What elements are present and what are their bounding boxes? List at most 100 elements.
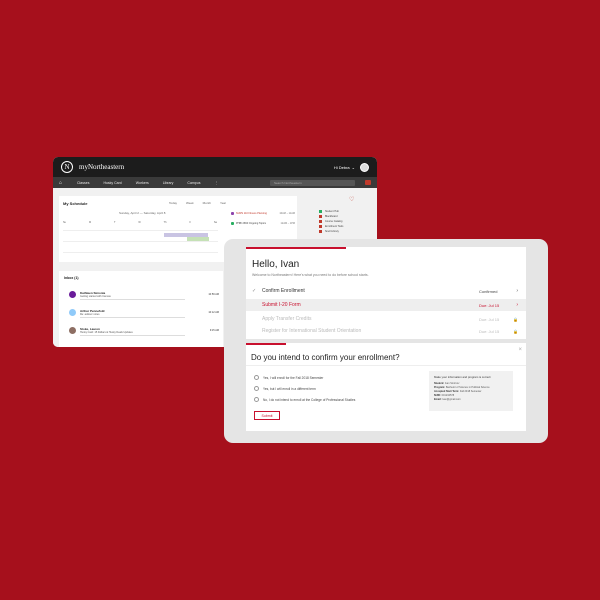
info-row: Student: Ivan Smirnov	[434, 382, 508, 385]
day-label: F	[189, 221, 191, 224]
lock-icon: 🔒	[513, 316, 518, 322]
event-color-icon	[231, 212, 234, 215]
quick-link[interactable]: Student Hub	[319, 210, 343, 213]
brand-name: myNortheastern	[79, 163, 125, 171]
message-subject: Getting started with Canvas	[80, 295, 111, 298]
nav-more-icon[interactable]: ⋮	[214, 181, 218, 185]
radio-button[interactable]	[254, 397, 259, 402]
greeting-title: Hello, Ivan	[252, 259, 300, 270]
info-row: Email: ivan@gmail.com	[434, 398, 508, 401]
quick-link[interactable]: Course Catalog	[319, 220, 343, 223]
quick-link[interactable]: Blackboard	[319, 215, 343, 218]
info-key: Student:	[434, 382, 445, 385]
accent-bar	[246, 343, 286, 345]
schedule-days: Su M T W Th F Sa	[63, 221, 217, 224]
schedule-block[interactable]	[187, 237, 209, 241]
lock-icon: 🔒	[513, 328, 518, 334]
info-key: Accepted Start Term:	[434, 390, 460, 393]
chevron-right-icon[interactable]: ›	[516, 288, 518, 294]
step-submit-i20[interactable]: Submit I-20 Form Due: Jul 15 ›	[246, 299, 526, 311]
enrollment-window: Hello, Ivan Welcome to Northeastern! Her…	[224, 239, 548, 443]
step-register-orientation: Register for International Student Orien…	[246, 325, 526, 337]
quick-link[interactable]: Snell Library	[319, 230, 343, 233]
inbox-title[interactable]: Inbox (1)	[64, 276, 79, 280]
nav-item-campus[interactable]: Campus	[187, 181, 200, 185]
avatar	[69, 291, 76, 298]
message-time: 10:59 AM	[208, 293, 219, 296]
avatar[interactable]	[360, 162, 369, 172]
inbox-widget: Inbox (1) Kathleen Simonia Getting start…	[59, 271, 223, 347]
info-key: Program:	[434, 386, 446, 389]
quick-links: Student Hub Blackboard Course Catalog En…	[319, 210, 343, 235]
tab-year[interactable]: Year	[220, 201, 226, 205]
event-color-icon	[231, 222, 234, 225]
radio-button[interactable]	[254, 386, 259, 391]
message-subject: Re: advisor notes	[80, 313, 100, 316]
nav-item-classes[interactable]: Classes	[77, 181, 89, 185]
nav-item-workers[interactable]: Workers	[136, 181, 149, 185]
heart-icon[interactable]: ♡	[349, 196, 354, 203]
message-subject: Husky Card: 15 Dollars & Husky Deals Upd…	[80, 331, 133, 334]
option-enroll-different-term[interactable]: Yes, but I will enroll in a different te…	[254, 386, 316, 391]
option-not-enroll[interactable]: No, I do not intend to enroll at the Col…	[254, 397, 355, 402]
main-nav: ⌂ Classes Husky Card Workers Library Cam…	[53, 177, 377, 188]
close-icon[interactable]: ×	[518, 347, 522, 353]
inbox-message[interactable]: Arthur Pennefold Re: advisor notes 10:12…	[69, 309, 219, 323]
link-icon	[319, 225, 322, 228]
accent-bar	[246, 247, 346, 249]
day-label: Su	[63, 221, 67, 224]
step-status: Due: Jul 15	[479, 328, 500, 334]
notification-icon[interactable]	[365, 180, 371, 185]
check-icon: ✓	[252, 288, 257, 294]
nav-item-husky-card[interactable]: Husky Card	[103, 181, 121, 185]
schedule-title[interactable]: My Schedule	[63, 201, 87, 206]
step-status: Due: Jul 15	[479, 316, 500, 322]
day-label: Sa	[213, 221, 217, 224]
event-time: 12AM – 1PM	[280, 222, 295, 225]
event-label: NURS 110 Fitness Planning	[236, 212, 267, 215]
info-value: Ivan Smirnov	[444, 382, 460, 385]
step-label: Submit I-20 Form	[262, 302, 301, 308]
student-info-box: Make your information and program is cor…	[429, 371, 513, 411]
chevron-right-icon[interactable]: ›	[516, 302, 518, 308]
info-row: Accepted Start Term: Fall 2018 Semester	[434, 390, 508, 393]
divider	[246, 365, 526, 366]
welcome-text: Welcome to Northeastern! Here's what you…	[252, 273, 369, 277]
tab-today[interactable]: Today	[169, 201, 177, 205]
radio-button[interactable]	[254, 375, 259, 380]
event-item[interactable]: PHBI 2660 Ongoing Topics 12AM – 1PM	[231, 222, 295, 225]
event-item[interactable]: NURS 110 Fitness Planning 10AM – 11AM	[231, 212, 295, 215]
day-label: Th	[163, 221, 167, 224]
tab-month[interactable]: Month	[203, 201, 211, 205]
quick-link-label: Enrollment Tools	[325, 225, 344, 228]
submit-button[interactable]: Submit	[254, 411, 280, 420]
schedule-block[interactable]	[164, 233, 186, 237]
user-greeting[interactable]: Hi Debra	[334, 165, 350, 170]
inbox-message[interactable]: Stoke, Lauren Husky Card: 15 Dollars & H…	[69, 327, 219, 341]
day-label: W	[138, 221, 141, 224]
step-label: Confirm Enrollment	[262, 288, 305, 294]
link-icon	[319, 220, 322, 223]
search-input[interactable]: Search Northeastern	[270, 179, 355, 186]
option-label: Yes, I will enroll for the Fall 2018 Sem…	[263, 375, 324, 380]
info-value: Bachelor of Science in Political Science	[445, 386, 490, 389]
info-value: 001234578	[441, 394, 455, 397]
option-label: No, I do not intend to enroll at the Col…	[263, 397, 356, 402]
chevron-down-icon[interactable]: ⌄	[352, 165, 355, 170]
option-enroll-fall[interactable]: Yes, I will enroll for the Fall 2018 Sem…	[254, 375, 323, 380]
inbox-message[interactable]: Kathleen Simonia Getting started with Ca…	[69, 291, 219, 305]
nav-item-library[interactable]: Library	[163, 181, 174, 185]
event-label: PHBI 2660 Ongoing Topics	[236, 222, 266, 225]
tab-week[interactable]: Week	[186, 201, 194, 205]
step-label: Register for International Student Orien…	[262, 328, 362, 334]
home-icon[interactable]: ⌂	[59, 180, 77, 186]
northeastern-logo-icon[interactable]: N	[61, 161, 73, 173]
step-confirm-enrollment[interactable]: ✓ Confirm Enrollment Confirmed ›	[246, 285, 526, 297]
quick-link-label: Snell Library	[325, 230, 339, 233]
day-label: T	[113, 221, 116, 224]
info-title: Make your information and program is cor…	[434, 375, 492, 379]
step-label: Apply Transfer Credits	[262, 316, 312, 322]
link-icon	[319, 215, 322, 218]
top-bar: N myNortheastern Hi Debra ⌄	[53, 157, 377, 177]
quick-link[interactable]: Enrollment Tools	[319, 225, 343, 228]
